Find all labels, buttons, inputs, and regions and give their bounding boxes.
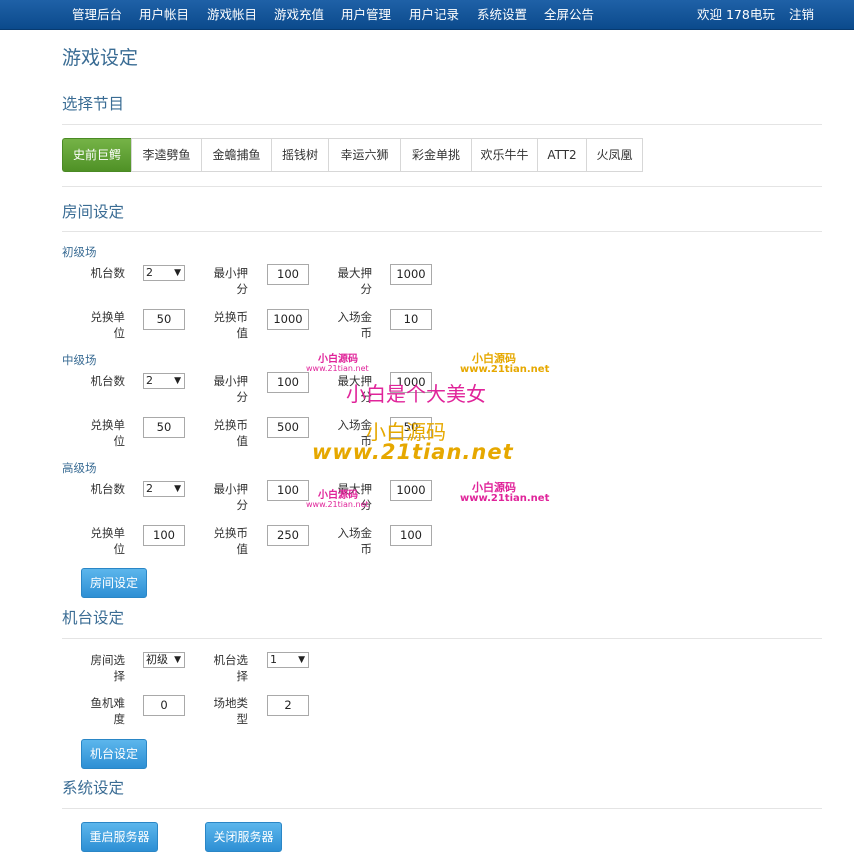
tab-money-tree[interactable]: 摇钱树 <box>271 138 328 172</box>
exchange-unit-input[interactable]: 50 <box>143 309 185 330</box>
exchange-unit-label: 兑换单位 <box>90 310 126 340</box>
venue-type-input[interactable]: 2 <box>267 695 309 716</box>
nav-user-records[interactable]: 用户记录 <box>409 0 459 30</box>
divider <box>62 186 822 187</box>
chevron-down-icon: ▼ <box>174 268 181 278</box>
room-level-name: 中级场 <box>62 353 97 367</box>
entry-coin-label: 入场金币 <box>337 418 373 448</box>
exchange-coin-label: 兑换币值 <box>213 418 249 448</box>
max-bet-label: 最大押分 <box>337 482 373 512</box>
chevron-down-icon: ▼ <box>174 376 181 386</box>
fish-difficulty-input[interactable]: 0 <box>143 695 185 716</box>
tab-att2[interactable]: ATT2 <box>537 138 586 172</box>
exchange-coin-input[interactable]: 500 <box>267 417 309 438</box>
tab-golden-toad-fishing[interactable]: 金蟾捕鱼 <box>201 138 271 172</box>
room-settings-title: 房间设定 <box>62 203 125 221</box>
machines-label: 机台数 <box>90 266 126 280</box>
chevron-down-icon: ▼ <box>174 484 181 494</box>
nav-user-accounts[interactable]: 用户帐目 <box>139 0 189 30</box>
min-bet-input[interactable]: 100 <box>267 372 309 393</box>
room-level-name: 初级场 <box>62 245 97 259</box>
tab-happy-bullfight[interactable]: 欢乐牛牛 <box>471 138 537 172</box>
nav-game-recharge[interactable]: 游戏充值 <box>274 0 324 30</box>
nav-game-accounts[interactable]: 游戏帐目 <box>207 0 257 30</box>
chevron-down-icon: ▼ <box>298 655 305 665</box>
welcome-user[interactable]: 欢迎 178电玩 <box>697 0 775 30</box>
watermark-text: www.21tian.net <box>460 364 550 375</box>
system-settings-title: 系统设定 <box>62 779 125 797</box>
logout-link[interactable]: 注销 <box>789 0 814 30</box>
venue-type-label: 场地类型 <box>213 696 249 726</box>
watermark-text: 小白源码 <box>472 481 516 494</box>
divider <box>62 638 822 639</box>
entry-coin-input[interactable]: 50 <box>390 417 432 438</box>
min-bet-label: 最小押分 <box>213 482 249 512</box>
machine-settings-button[interactable]: 机台设定 <box>81 739 147 769</box>
restart-server-button[interactable]: 重启服务器 <box>81 822 158 852</box>
exchange-unit-input[interactable]: 100 <box>143 525 185 546</box>
min-bet-label: 最小押分 <box>213 374 249 404</box>
divider <box>62 231 822 232</box>
exchange-unit-label: 兑换单位 <box>90 418 126 448</box>
watermark-text: www.21tian.net <box>306 364 369 373</box>
max-bet-label: 最大押分 <box>337 266 373 296</box>
machines-label: 机台数 <box>90 374 126 388</box>
page-title: 游戏设定 <box>62 47 139 69</box>
top-navbar: 管理后台 用户帐目 游戏帐目 游戏充值 用户管理 用户记录 系统设置 全屏公告 … <box>0 0 854 30</box>
entry-coin-input[interactable]: 10 <box>390 309 432 330</box>
room-select[interactable]: 初级 ▼ <box>143 652 185 668</box>
max-bet-input[interactable]: 1000 <box>390 372 432 393</box>
exchange-coin-input[interactable]: 1000 <box>267 309 309 330</box>
chevron-down-icon: ▼ <box>174 655 181 665</box>
machine-select[interactable]: 1 ▼ <box>267 652 309 668</box>
min-bet-input[interactable]: 100 <box>267 264 309 285</box>
machine-settings-title: 机台设定 <box>62 609 125 627</box>
exchange-coin-label: 兑换币值 <box>213 526 249 556</box>
tab-jackpot-duel[interactable]: 彩金单挑 <box>400 138 471 172</box>
nav-admin-home[interactable]: 管理后台 <box>72 0 122 30</box>
machines-label: 机台数 <box>90 482 126 496</box>
tab-prehistoric-crocodile[interactable]: 史前巨鳄 <box>62 138 131 172</box>
machines-select[interactable]: 2 ▼ <box>143 373 185 389</box>
max-bet-input[interactable]: 1000 <box>390 264 432 285</box>
select-program-title: 选择节目 <box>62 95 125 113</box>
watermark-text: 小白源码 <box>318 354 358 365</box>
watermark-text: 小白源码 <box>472 352 516 365</box>
room-settings-button[interactable]: 房间设定 <box>81 568 147 598</box>
watermark-text: www.21tian.net <box>460 493 550 504</box>
divider <box>62 808 822 809</box>
max-bet-label: 最大押分 <box>337 374 373 404</box>
nav-fullscreen-notice[interactable]: 全屏公告 <box>544 0 594 30</box>
room-level-name: 高级场 <box>62 461 97 475</box>
entry-coin-label: 入场金币 <box>337 526 373 556</box>
entry-coin-input[interactable]: 100 <box>390 525 432 546</box>
min-bet-input[interactable]: 100 <box>267 480 309 501</box>
tab-lucky-six-lions[interactable]: 幸运六狮 <box>328 138 400 172</box>
fish-difficulty-label: 鱼机难度 <box>90 696 126 726</box>
close-server-button[interactable]: 关闭服务器 <box>205 822 282 852</box>
machines-select[interactable]: 2 ▼ <box>143 265 185 281</box>
exchange-unit-input[interactable]: 50 <box>143 417 185 438</box>
tab-likui-fish[interactable]: 李逵劈鱼 <box>131 138 201 172</box>
entry-coin-label: 入场金币 <box>337 310 373 340</box>
nav-user-management[interactable]: 用户管理 <box>341 0 391 30</box>
exchange-unit-label: 兑换单位 <box>90 526 126 556</box>
exchange-coin-label: 兑换币值 <box>213 310 249 340</box>
min-bet-label: 最小押分 <box>213 266 249 296</box>
machine-select-label: 机台选择 <box>213 653 249 683</box>
nav-system-settings[interactable]: 系统设置 <box>477 0 527 30</box>
tab-fire-phoenix[interactable]: 火凤凰 <box>586 138 643 172</box>
divider <box>62 124 822 125</box>
max-bet-input[interactable]: 1000 <box>390 480 432 501</box>
room-select-label: 房间选择 <box>90 653 126 683</box>
machines-select[interactable]: 2 ▼ <box>143 481 185 497</box>
exchange-coin-input[interactable]: 250 <box>267 525 309 546</box>
